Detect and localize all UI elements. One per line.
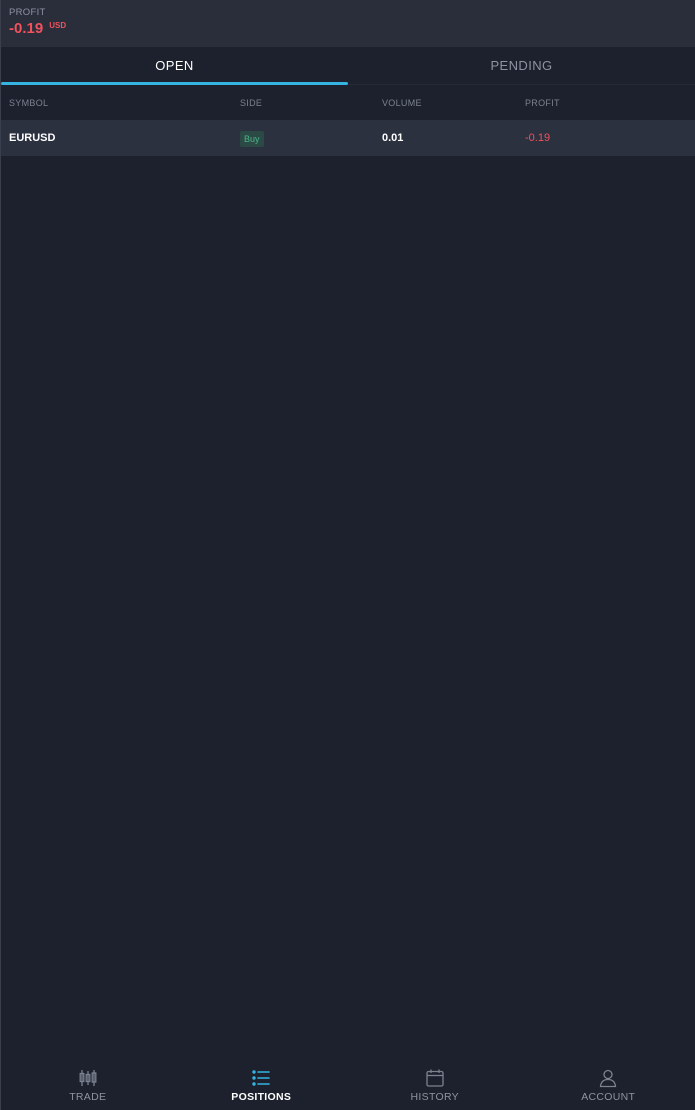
position-side-cell: Buy: [240, 129, 382, 147]
profit-row: -0.19 USD: [9, 20, 687, 37]
side-badge: Buy: [240, 131, 264, 147]
position-symbol: EURUSD: [9, 132, 56, 144]
list-icon: [252, 1070, 271, 1086]
nav-positions[interactable]: POSITIONS: [175, 1056, 349, 1110]
tab-open[interactable]: OPEN: [1, 47, 348, 85]
calendar-icon: [426, 1069, 444, 1087]
nav-history-label: HISTORY: [410, 1091, 459, 1103]
candlestick-icon: [79, 1070, 97, 1086]
tab-pending[interactable]: PENDING: [348, 47, 695, 84]
profit-summary: PROFIT -0.19 USD: [1, 0, 695, 47]
table-row[interactable]: EURUSD Buy 0.01 -0.19: [1, 120, 695, 156]
nav-trade[interactable]: TRADE: [1, 1056, 175, 1110]
profit-currency: USD: [49, 21, 67, 30]
app-window: PROFIT -0.19 USD OPEN PENDING SYMBOL SID…: [0, 0, 695, 1110]
nav-trade-label: TRADE: [69, 1091, 107, 1103]
profit-label: PROFIT: [9, 7, 46, 18]
position-volume: 0.01: [382, 132, 404, 144]
table-header: SYMBOL SIDE VOLUME PROFIT: [1, 85, 695, 120]
positions-tabs: OPEN PENDING: [1, 47, 695, 85]
column-header-profit: PROFIT: [525, 97, 560, 108]
position-profit: -0.19: [525, 132, 551, 144]
column-header-symbol: SYMBOL: [9, 97, 49, 108]
nav-positions-label: POSITIONS: [231, 1091, 292, 1103]
nav-account-label: ACCOUNT: [581, 1091, 636, 1103]
column-header-volume: VOLUME: [382, 97, 422, 108]
nav-account[interactable]: ACCOUNT: [522, 1056, 695, 1110]
profit-value: -0.19: [9, 20, 44, 37]
user-icon: [600, 1069, 617, 1088]
column-header-side: SIDE: [240, 97, 263, 108]
bottom-navigation: TRADE POSITIONS HISTORY ACCOUNT: [1, 1056, 695, 1110]
nav-history[interactable]: HISTORY: [348, 1056, 522, 1110]
